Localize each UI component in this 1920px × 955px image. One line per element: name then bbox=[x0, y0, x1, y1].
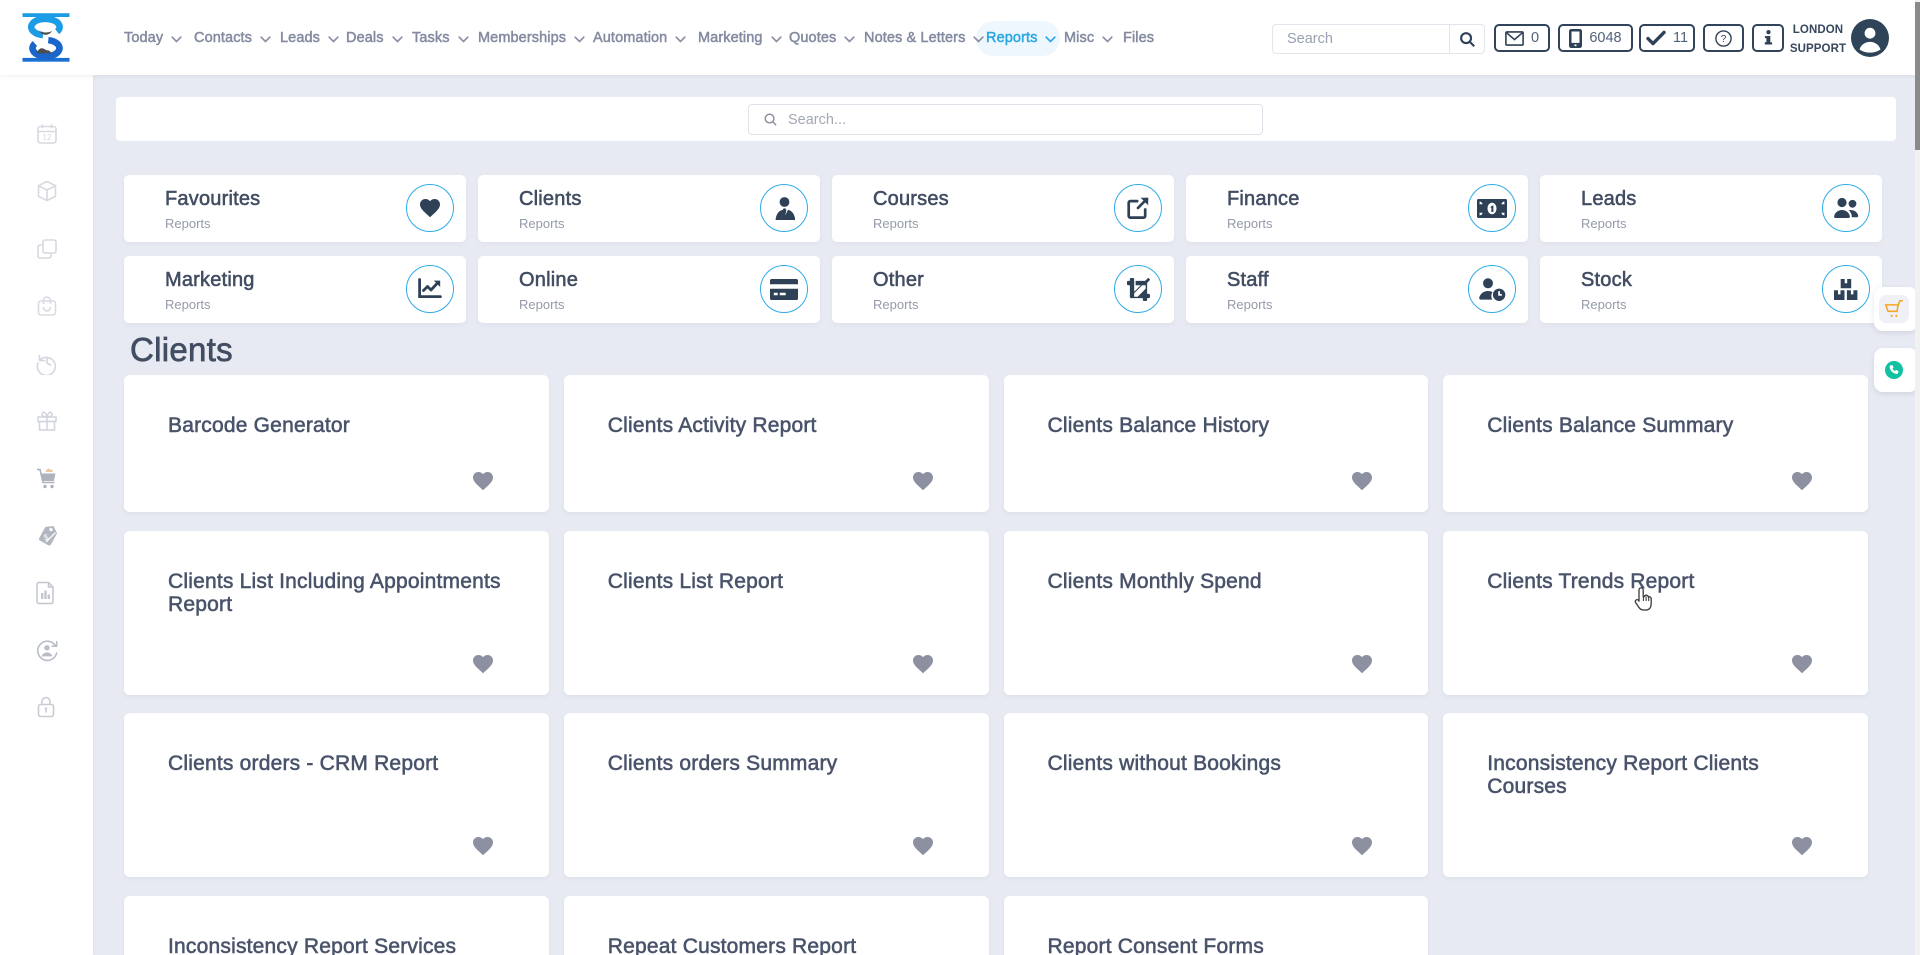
svg-text:?: ? bbox=[1721, 34, 1727, 45]
svg-text:12: 12 bbox=[43, 133, 52, 142]
